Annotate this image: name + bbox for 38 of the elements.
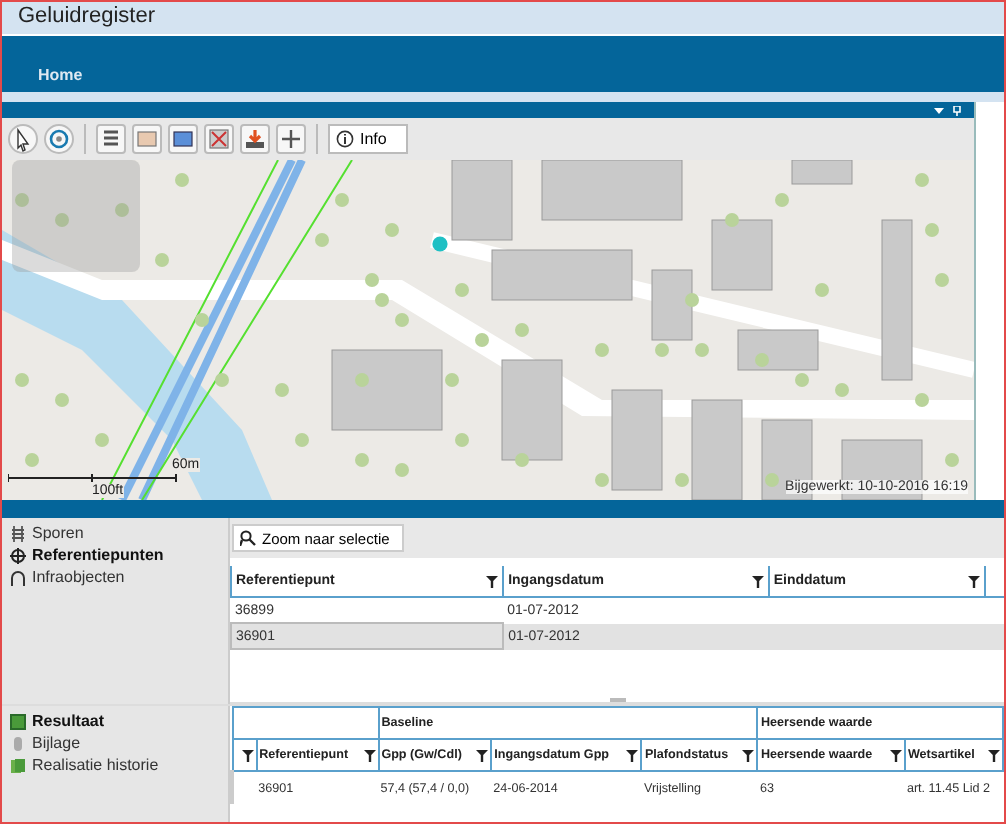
filter-icon: [486, 575, 499, 587]
zoom-icon: [240, 530, 256, 546]
info-icon: [336, 130, 354, 148]
sidebar-item[interactable]: Infraobjecten: [10, 568, 228, 586]
plus-icon: [278, 126, 304, 152]
filter-icon: [889, 749, 902, 761]
splitter-handle[interactable]: [609, 698, 625, 702]
filter-icon: [751, 575, 764, 587]
sidebar-item[interactable]: Bijlage: [10, 734, 228, 752]
sidebar-item[interactable]: Sporen: [10, 524, 228, 542]
filter-icon: [626, 749, 639, 761]
filter-icon: [241, 749, 254, 761]
sidebar-item[interactable]: Referentiepunten: [10, 546, 228, 564]
arch-icon: [10, 569, 26, 585]
tool-button[interactable]: [240, 124, 270, 154]
tool-button[interactable]: [276, 124, 306, 154]
crosshair-icon: [10, 547, 26, 563]
square-icon: [10, 713, 26, 729]
tool-button[interactable]: [168, 124, 198, 154]
target-icon: [46, 126, 72, 152]
pages-icon: [10, 757, 26, 773]
filter-icon: [988, 749, 1000, 761]
filter-icon: [363, 749, 376, 761]
tool-button[interactable]: [8, 124, 38, 154]
pin-icon: [952, 105, 962, 115]
download-icon: [242, 126, 268, 152]
screen-icon: [170, 126, 196, 152]
sidebar-item[interactable]: Realisatie historie: [10, 756, 228, 774]
filter-icon: [967, 575, 980, 587]
nav-tab[interactable]: Home: [38, 66, 83, 84]
rail-icon: [10, 525, 26, 541]
filter-icon: [742, 749, 755, 761]
sidebar-item[interactable]: Resultaat: [10, 712, 228, 730]
location-marker-icon: [432, 236, 448, 252]
filter-icon: [476, 749, 489, 761]
tool-button[interactable]: [96, 124, 126, 154]
info-button[interactable]: Info: [328, 124, 409, 154]
window-title: Geluidregister: [2, 2, 1004, 34]
